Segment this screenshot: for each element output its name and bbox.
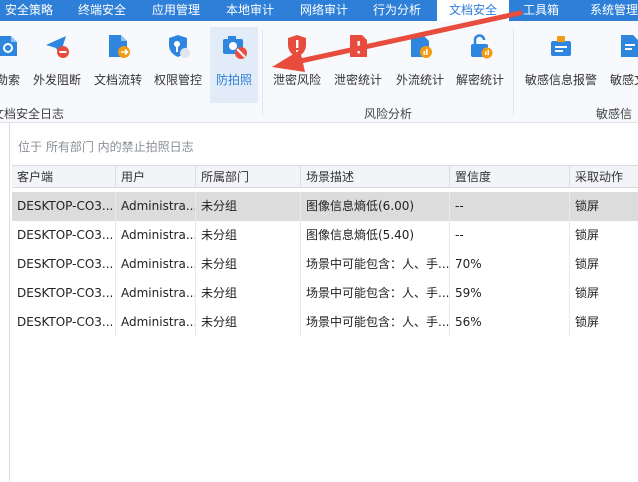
cell-user: Administra... [116, 308, 196, 337]
ribbon-group-label-sensitive: 敏感信 [596, 107, 633, 121]
ribbon-button-outbound-block[interactable]: 外发阻断 [30, 27, 84, 103]
ribbon-button-leak-risk[interactable]: 泄密风险 [270, 27, 324, 103]
outflow-stats-icon [411, 35, 432, 58]
column-header-department[interactable]: 所属部门 [196, 166, 301, 188]
ribbon-button-label: 外流统计 [395, 73, 444, 87]
ribbon-group-label-risk-analysis: 风险分析 [364, 107, 413, 121]
shield-key-icon [169, 35, 190, 58]
ribbon-button-decrypt-statistics[interactable]: 解密统计 [452, 27, 508, 103]
sensitive-alarm-icon [551, 36, 571, 56]
ribbon-button-label: 外发阻断 [32, 73, 81, 87]
ribbon-group-divider [513, 29, 514, 115]
column-header-client[interactable]: 客户端 [12, 166, 116, 188]
camera-blocked-icon [223, 36, 247, 59]
document-flow-icon [109, 35, 130, 58]
column-header-user[interactable]: 用户 [116, 166, 196, 188]
ribbon-button-document-flow[interactable]: 文档流转 [91, 27, 145, 103]
ribbon-toolbar: 勒索 外发阻断 文档流转 权限管控 防拍照 档安全日志 泄密风险 泄密统计 外流… [0, 21, 638, 123]
cell-department: 未分组 [196, 279, 301, 308]
cell-confidence: 56% [450, 308, 570, 337]
left-panel-edge[interactable] [0, 123, 10, 481]
cell-client: DESKTOP-CO3... [12, 192, 116, 221]
ribbon-button-label: 权限管控 [153, 73, 202, 87]
log-table: 客户端 用户 所属部门 场景描述 置信度 采取动作 DESKTOP-CO3...… [12, 165, 638, 482]
cell-client: DESKTOP-CO3... [12, 279, 116, 308]
ribbon-button-ransomware[interactable]: 勒索 [0, 27, 28, 103]
menu-item-endpoint-security[interactable]: 终端安全 [68, 0, 136, 21]
menu-item-system-management[interactable]: 系统管理 [578, 0, 638, 21]
shield-doc-icon [0, 36, 17, 56]
ribbon-group-divider [262, 29, 263, 115]
ribbon-button-permission-control[interactable]: 权限管控 [150, 27, 206, 103]
menu-item-document-security[interactable]: 文档安全 [437, 0, 509, 21]
cell-action: 锁屏 [575, 257, 600, 271]
cell-user: Administra... [116, 279, 196, 308]
table-row[interactable]: DESKTOP-CO3... Administra... 未分组 场景中可能包含… [12, 250, 638, 279]
document-alert-icon [350, 35, 367, 57]
ribbon-button-label: 勒索 [0, 73, 20, 87]
cell-confidence: -- [450, 192, 570, 221]
ribbon-button-label: 防拍照 [215, 73, 252, 87]
cell-department: 未分组 [196, 250, 301, 279]
cell-client: DESKTOP-CO3... [12, 221, 116, 250]
cell-user: Administra... [116, 250, 196, 279]
cell-department: 未分组 [196, 221, 301, 250]
cell-action: 锁屏 [575, 199, 600, 213]
ribbon-button-label: 敏感信息报警 [524, 73, 597, 87]
column-header-confidence[interactable]: 置信度 [450, 166, 570, 188]
cell-scene: 场景中可能包含：人、手... [301, 279, 450, 308]
cell-client: DESKTOP-CO3... [12, 250, 116, 279]
cell-confidence: -- [450, 221, 570, 250]
menu-item-app-management[interactable]: 应用管理 [143, 0, 209, 21]
column-header-scene[interactable]: 场景描述 [301, 166, 450, 188]
table-row[interactable]: DESKTOP-CO3... Administra... 未分组 图像信息熵低(… [12, 192, 638, 221]
ribbon-button-anti-photo[interactable]: 防拍照 [210, 27, 258, 103]
menu-item-local-audit[interactable]: 本地审计 [217, 0, 283, 21]
cell-action: 锁屏 [575, 315, 600, 329]
cell-department: 未分组 [196, 308, 301, 337]
cell-scene: 场景中可能包含：人、手... [301, 250, 450, 279]
menu-bar: 安全策略 终端安全 应用管理 本地审计 网络审计 行为分析 文档安全 工具箱 系… [0, 0, 638, 21]
shield-alert-icon [288, 35, 306, 57]
ribbon-button-sensitive-alarm[interactable]: 敏感信息报警 [520, 27, 602, 103]
cell-action: 锁屏 [575, 228, 600, 242]
ribbon-button-label: 泄密风险 [272, 73, 321, 87]
ribbon-button-label: 敏感文 [610, 73, 638, 87]
menu-item-security-policy[interactable]: 安全策略 [0, 0, 62, 21]
cell-user: Administra... [116, 192, 196, 221]
breadcrumb: 位于 所有部门 内的禁止拍照日志 [18, 140, 194, 154]
ribbon-button-sensitive-doc[interactable]: 敏感文 [606, 27, 638, 103]
table-row[interactable]: DESKTOP-CO3... Administra... 未分组 场景中可能包含… [12, 279, 638, 308]
ribbon-button-outflow-statistics[interactable]: 外流统计 [392, 27, 448, 103]
cell-confidence: 70% [450, 250, 570, 279]
menu-item-toolbox[interactable]: 工具箱 [514, 0, 568, 21]
ribbon-group-label-document-log: 文档安全日志 [0, 107, 65, 121]
cell-action: 锁屏 [575, 286, 600, 300]
menu-item-network-audit[interactable]: 网络审计 [291, 0, 357, 21]
cell-scene: 图像信息熵低(5.40) [301, 221, 450, 250]
column-header-action[interactable]: 采取动作 [570, 166, 638, 188]
ribbon-button-label: 泄密统计 [333, 73, 382, 87]
table-row[interactable]: DESKTOP-CO3... Administra... 未分组 场景中可能包含… [12, 308, 638, 337]
menu-item-behavior-analysis[interactable]: 行为分析 [364, 0, 430, 21]
ribbon-button-label: 文档流转 [93, 73, 142, 87]
cell-scene: 图像信息熵低(6.00) [301, 192, 450, 221]
cell-confidence: 59% [450, 279, 570, 308]
cell-client: DESKTOP-CO3... [12, 308, 116, 337]
cell-user: Administra... [116, 221, 196, 250]
send-blocked-icon [46, 36, 69, 58]
ribbon-button-label: 解密统计 [455, 73, 504, 87]
table-row[interactable]: DESKTOP-CO3... Administra... 未分组 图像信息熵低(… [12, 221, 638, 250]
sensitive-doc-icon [621, 35, 638, 57]
ribbon-button-leak-statistics[interactable]: 泄密统计 [330, 27, 386, 103]
unlock-stats-icon [471, 34, 493, 59]
cell-department: 未分组 [196, 192, 301, 221]
cell-scene: 场景中可能包含：人、手... [301, 308, 450, 337]
